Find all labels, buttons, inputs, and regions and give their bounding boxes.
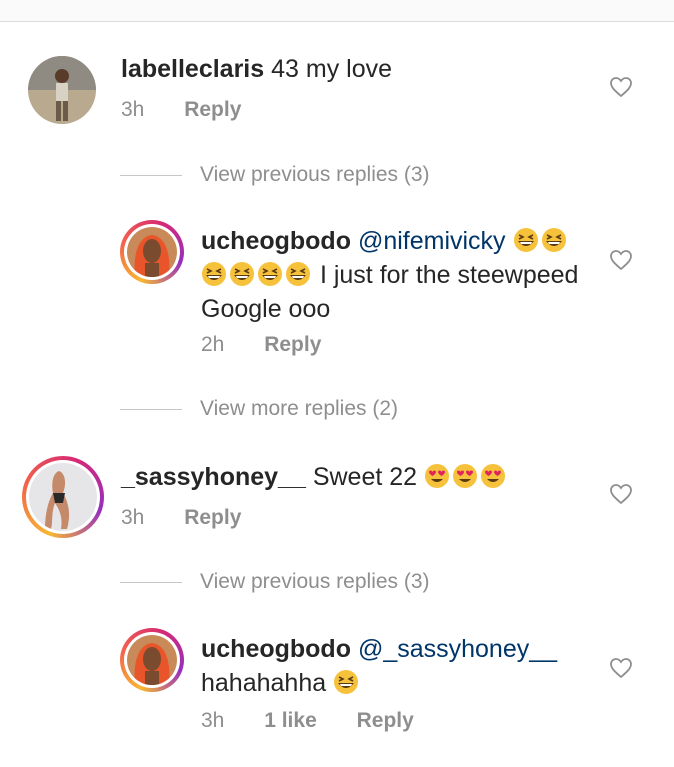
avatar-image [28,56,96,124]
view-replies-label: View previous replies (3) [200,163,430,186]
avatar[interactable] [22,456,104,538]
grinning-squinting-face-emoji [202,262,226,286]
comment-username[interactable]: ucheogbodo [201,227,351,255]
comment-body: hahahahha [201,669,327,697]
divider-line [120,581,182,583]
comment-time: 3h [121,98,145,121]
avatar-image [127,227,177,277]
top-bar [0,0,674,22]
comment-body: I just for the steewpeed [319,261,579,289]
reply-button[interactable]: Reply [184,506,241,529]
divider-line [120,408,182,410]
grinning-squinting-face-emoji [286,262,310,286]
heart-eyes-emoji [425,464,450,488]
divider-line [120,174,182,176]
comment-meta: 3h 1 like Reply [201,707,448,735]
comment-username[interactable]: _sassyhoney__ [121,463,306,491]
view-replies-label: View more replies (2) [200,397,399,420]
comment-time: 3h [121,506,145,529]
heart-outline-icon[interactable] [609,76,633,98]
comment-meta: 3h Reply [121,504,275,532]
reply-button[interactable]: Reply [184,98,241,121]
comment-text: ucheogbodo @_sassyhoney__ hahahahha [201,632,601,700]
comment-text: _sassyhoney__ Sweet 22 [121,460,508,494]
heart-eyes-emoji [481,464,506,488]
comment-body: Sweet 22 [312,463,418,491]
heart-outline-icon[interactable] [609,657,633,679]
view-replies-link[interactable]: View previous replies (3) [120,568,430,596]
heart-eyes-emoji [453,464,478,488]
grinning-squinting-face-emoji [513,228,538,252]
mention-link[interactable]: @_sassyhoney__ [358,635,557,663]
comment-username[interactable]: labelleclaris [121,55,264,83]
grinning-squinting-face-emoji [334,670,359,694]
comment-time: 3h [201,709,225,732]
grinning-squinting-face-emoji [541,228,566,252]
mention-link[interactable]: @nifemivicky [358,227,506,255]
comment-body-continued: Google ooo [201,295,331,323]
heart-outline-icon[interactable] [609,249,633,271]
reply-button[interactable]: Reply [264,333,321,356]
avatar[interactable] [28,56,96,124]
heart-outline-icon[interactable] [609,483,633,505]
avatar-image [127,635,177,685]
avatar[interactable] [120,628,184,692]
view-more-replies-link[interactable]: View more replies (2) [120,395,398,423]
comment-time: 2h [201,333,225,356]
comment-meta: 2h Reply [201,331,355,359]
likes-count-button[interactable]: 1 like [264,709,317,732]
avatar[interactable] [120,220,184,284]
reply-button[interactable]: Reply [357,709,414,732]
comment-meta: 3h Reply [121,96,275,124]
comment-body: 43 my love [271,55,392,83]
comment-text: labelleclaris 43 my love [121,52,392,86]
view-replies-label: View previous replies (3) [200,570,430,593]
view-replies-link[interactable]: View previous replies (3) [120,161,430,189]
avatar-image [29,463,97,531]
comment-text: ucheogbodo @nifemivicky I just for the s… [201,224,601,326]
grinning-squinting-face-emoji [230,262,254,286]
comment-username[interactable]: ucheogbodo [201,635,351,663]
grinning-squinting-face-emoji [258,262,282,286]
